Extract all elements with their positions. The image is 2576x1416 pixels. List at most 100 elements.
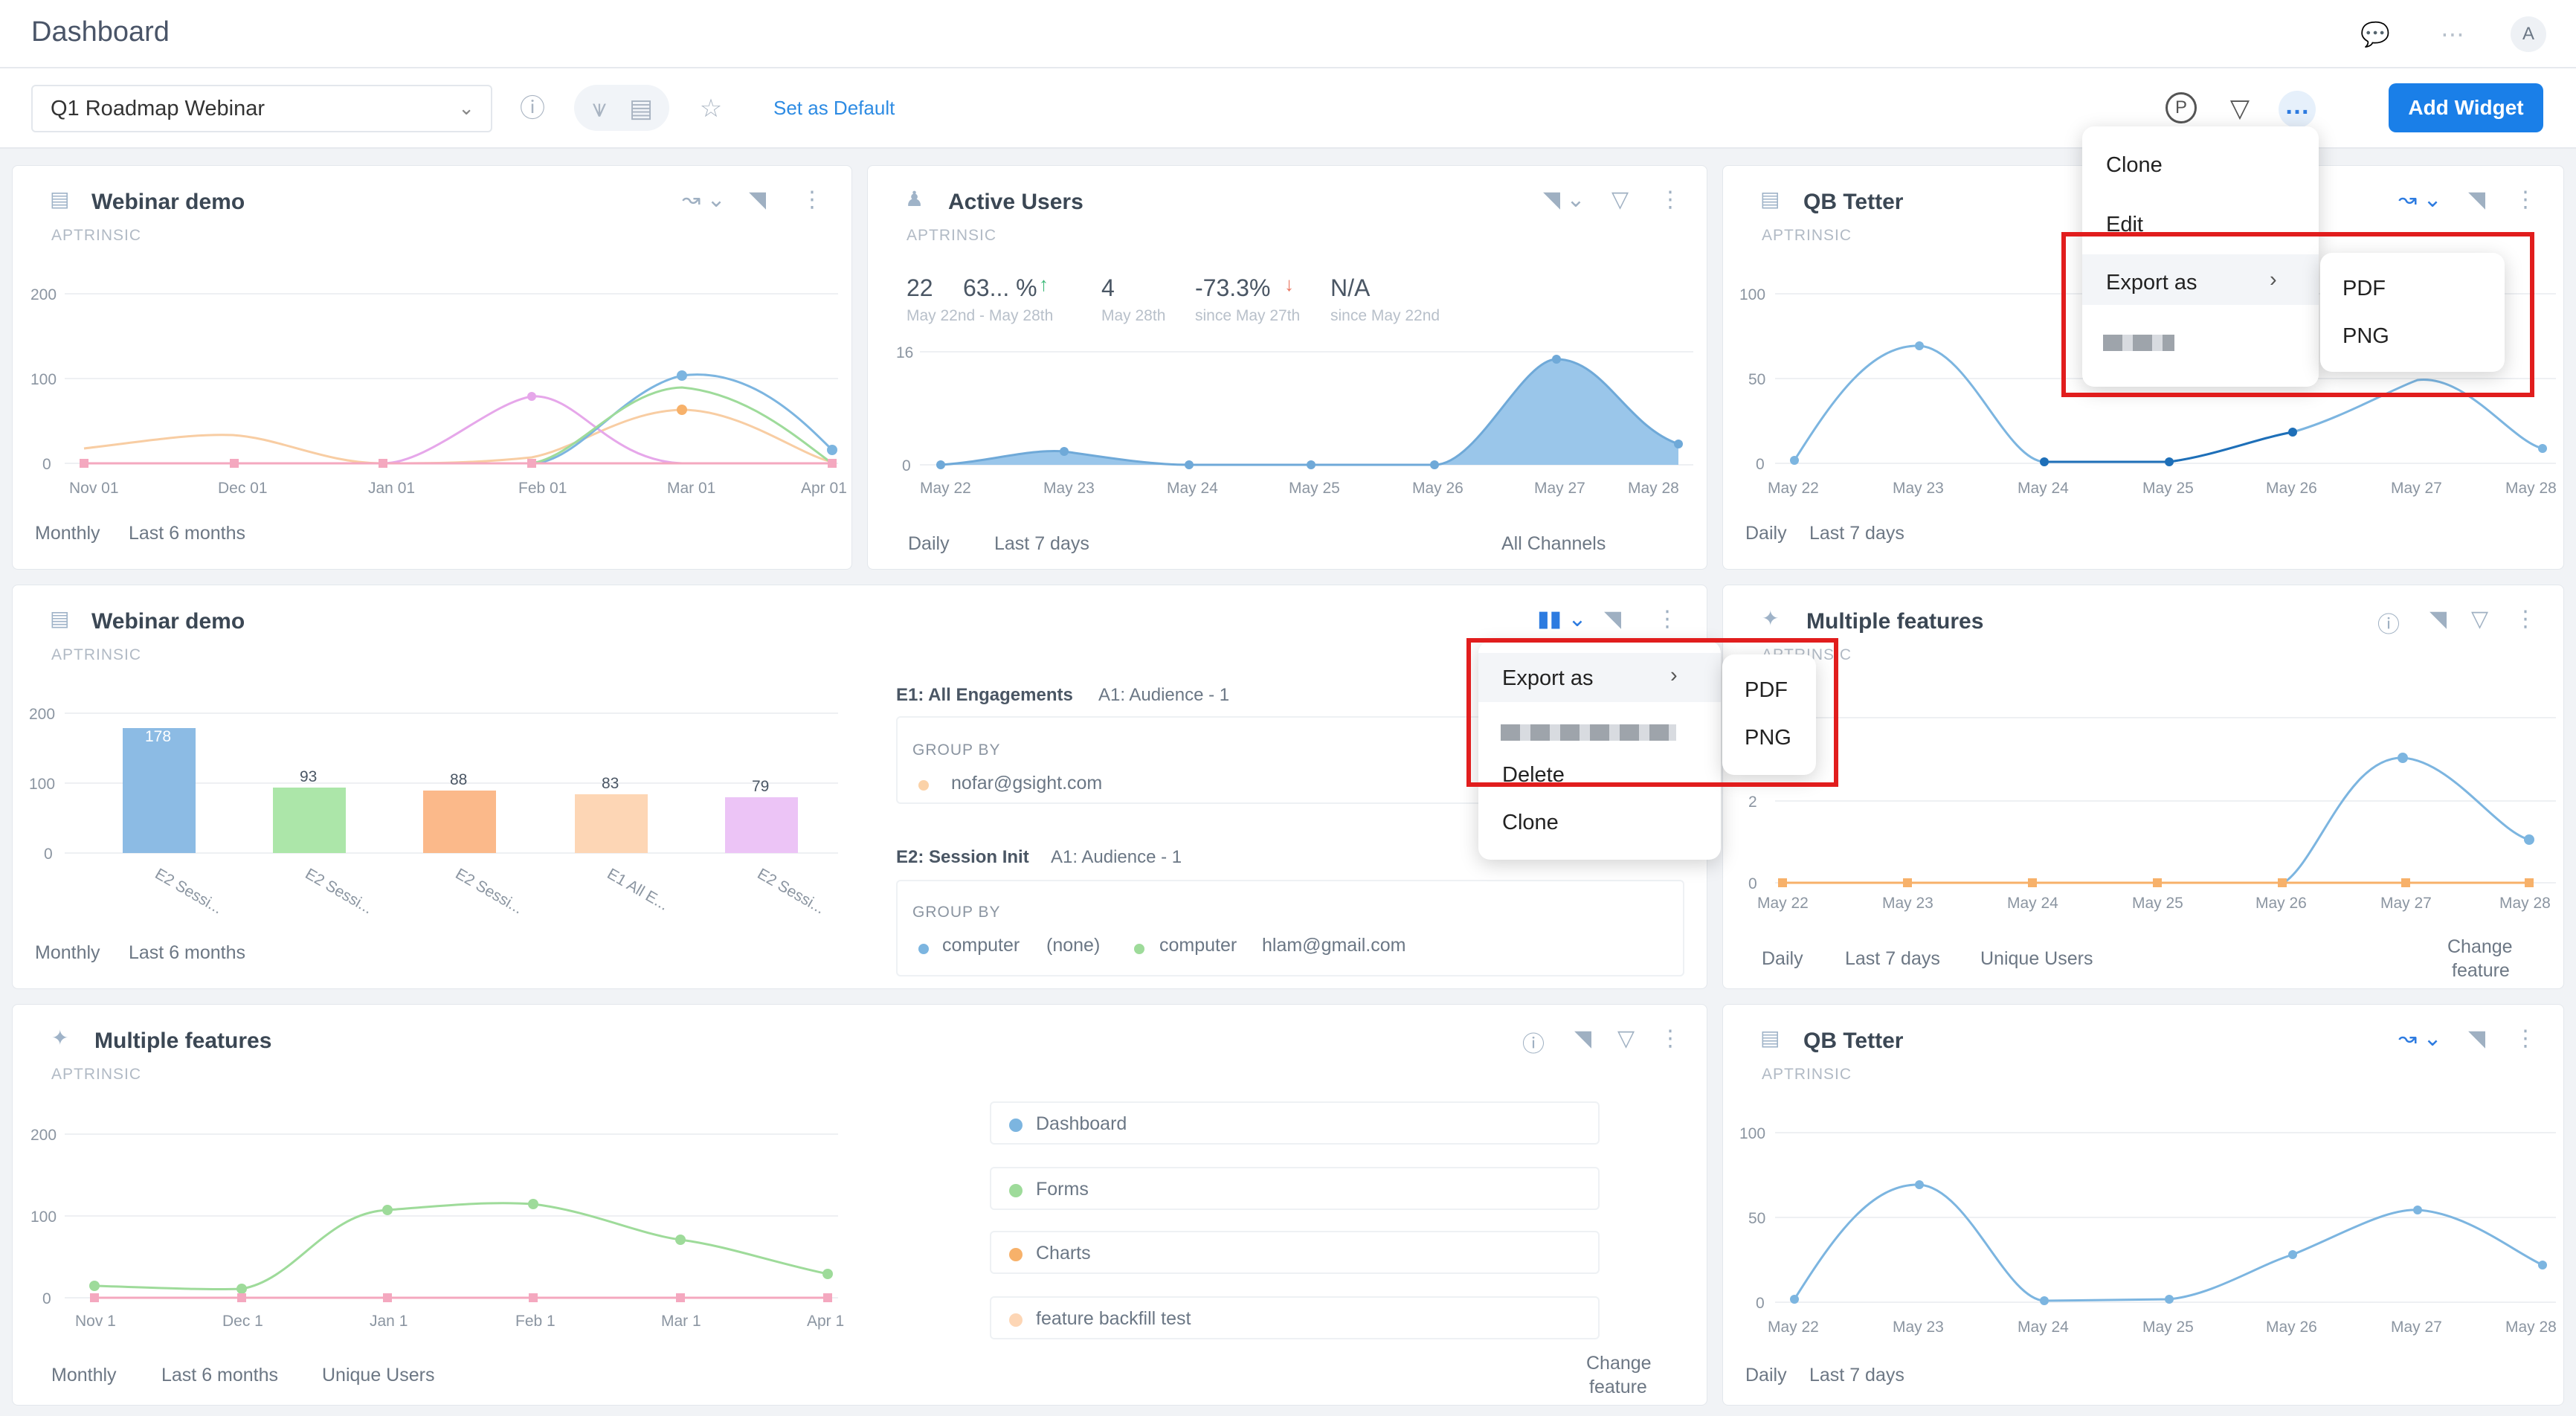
change-feature-link-2[interactable]: feature [1589, 1377, 1647, 1398]
qb-line-chart-2: 100 50 0 May 22 May 23 May 24 May 25 May… [1739, 1125, 2557, 1336]
channels-select[interactable]: All Channels [1501, 533, 1606, 555]
filter-icon[interactable]: ▽ [1617, 1026, 1635, 1052]
range-select[interactable]: Last 7 days [994, 533, 1089, 555]
area-chart-icon[interactable]: ◥ [2468, 1026, 2485, 1052]
filter-icon[interactable]: ▽ [2471, 606, 2488, 632]
widget-title: Multiple features [1806, 609, 1984, 634]
info-icon[interactable]: ⓘ [1522, 1026, 1545, 1058]
range-label[interactable]: Last 7 days [1809, 523, 1904, 544]
x-tick: May 27 [2391, 1319, 2442, 1336]
widget-webinar-demo: ▤ Webinar demo APTRINSIC ↝ ⌄ ◥ ⋮ 200 100… [12, 165, 852, 570]
change-feature-link[interactable]: Change [1586, 1353, 1652, 1374]
dashboard-select[interactable]: Q1 Roadmap Webinar ⌄ [31, 85, 492, 132]
area-chart-icon[interactable]: ◥ [749, 187, 766, 213]
x-tick: Dec 01 [218, 480, 268, 497]
kebab-menu-icon[interactable]: ⋮ [2514, 1026, 2537, 1052]
x-tick: Nov 1 [75, 1313, 116, 1330]
legend-item[interactable]: Forms [990, 1167, 1600, 1210]
range-label[interactable]: Last 6 months [129, 942, 245, 964]
widget-source: APTRINSIC [51, 1066, 142, 1083]
period-select[interactable]: Daily [908, 533, 950, 555]
legend-item[interactable]: Charts [990, 1231, 1600, 1274]
star-icon[interactable]: ☆ [692, 89, 730, 128]
period-label[interactable]: Daily [1745, 523, 1787, 544]
widget-source: APTRINSIC [907, 227, 997, 244]
kebab-menu-icon[interactable]: ⋮ [1659, 187, 1681, 213]
widget-title: Webinar demo [91, 609, 245, 634]
p-badge-icon[interactable]: P [2166, 92, 2197, 123]
share-icon[interactable]: ⩛ [580, 89, 619, 128]
change-feature-link-2[interactable]: feature [2452, 960, 2510, 982]
period-select[interactable]: Monthly [51, 1365, 117, 1386]
filter-icon[interactable]: ▽ [1611, 187, 1629, 213]
kebab-menu-icon[interactable]: ⋮ [1659, 1026, 1681, 1052]
kebab-menu-icon[interactable]: ⋮ [1656, 606, 1678, 632]
widget-title: Active Users [948, 190, 1083, 214]
range-label[interactable]: Last 7 days [1809, 1365, 1904, 1386]
x-tick: May 22 [920, 480, 971, 497]
area-chart-icon[interactable]: ◥ [1574, 1026, 1591, 1052]
legend-item[interactable]: feature backfill test [990, 1296, 1600, 1339]
set-default-link[interactable]: Set as Default [773, 97, 895, 120]
menu-item-clone[interactable]: Clone [1502, 811, 1559, 835]
widget-type-icon: ▤ [1760, 187, 1780, 210]
period-label[interactable]: Monthly [35, 523, 100, 544]
group-value: computer [942, 935, 1020, 956]
avatar[interactable]: A [2511, 16, 2546, 52]
line-chart-icon[interactable]: ↝ ⌄ [2398, 1026, 2442, 1052]
apps-grid-icon[interactable]: ⋯ [2436, 18, 2469, 51]
x-tick: May 25 [2132, 895, 2183, 912]
kebab-menu-icon[interactable]: ⋮ [2514, 606, 2537, 632]
active-users-area-chart: 16 0 May 22 May 23 May 24 May 25 May 26 … [896, 344, 1693, 497]
info-icon[interactable]: ⓘ [513, 89, 552, 128]
period-select[interactable]: Daily [1762, 948, 1803, 970]
line-chart-icon[interactable]: ↝ ⌄ [682, 187, 726, 213]
line-chart-icon[interactable]: ↝ ⌄ [2398, 187, 2442, 213]
legend-item[interactable]: Dashboard [990, 1101, 1600, 1145]
metric-select[interactable]: Unique Users [1980, 948, 2093, 970]
legend-dot [1134, 944, 1144, 954]
area-chart-icon[interactable]: ◥ [1604, 606, 1621, 632]
stat-value: N/A [1330, 274, 1371, 301]
range-label[interactable]: Last 6 months [129, 523, 245, 544]
area-chart-icon[interactable]: ◥ ⌄ [1543, 187, 1585, 213]
group-by-label: GROUP BY [912, 741, 1001, 759]
info-icon[interactable]: ⓘ [2377, 606, 2400, 639]
y-tick: 0 [44, 846, 53, 863]
highlight-box [1466, 638, 1838, 787]
report-icon[interactable]: ▤ [622, 89, 660, 128]
widget-source: APTRINSIC [1762, 227, 1852, 244]
x-tick: Dec 1 [222, 1313, 263, 1330]
widget-title: Multiple features [94, 1029, 272, 1053]
bar-label: 178 [145, 728, 171, 745]
feature-icon: ✦ [51, 1026, 69, 1049]
x-tick: May 23 [1893, 1319, 1944, 1336]
stat-caption: May 28th [1101, 307, 1166, 324]
arrow-down-icon: ↓ [1284, 273, 1294, 295]
metric-select[interactable]: Unique Users [322, 1365, 434, 1386]
feature-icon: ✦ [1762, 607, 1780, 630]
range-select[interactable]: Last 7 days [1845, 948, 1940, 970]
menu-item-clone[interactable]: Clone [2106, 153, 2163, 178]
stat-caption: since May 22nd [1330, 307, 1440, 324]
x-tick: May 23 [1893, 480, 1944, 497]
range-select[interactable]: Last 6 months [161, 1365, 278, 1386]
filter-icon[interactable]: ▽ [2221, 89, 2259, 128]
period-label[interactable]: Monthly [35, 942, 100, 964]
add-widget-button[interactable]: Add Widget [2389, 83, 2543, 132]
y-tick: 200 [30, 286, 57, 303]
more-options-button[interactable]: … [2279, 91, 2316, 128]
kebab-menu-icon[interactable]: ⋮ [2514, 187, 2537, 213]
x-tick: May 24 [1167, 480, 1218, 497]
bar-chart-icon[interactable]: ▮▮ ⌄ [1537, 606, 1587, 632]
area-chart-icon[interactable]: ◥ [2468, 187, 2485, 213]
change-feature-link[interactable]: Change [2447, 936, 2513, 958]
kebab-menu-icon[interactable]: ⋮ [801, 187, 823, 213]
widget-type-icon: ▤ [50, 607, 70, 630]
period-label[interactable]: Daily [1745, 1365, 1787, 1386]
x-tick: May 27 [2380, 895, 2432, 912]
area-chart-icon[interactable]: ◥ [2430, 606, 2447, 632]
chat-icon[interactable]: 💬 [2359, 18, 2392, 51]
x-tick: May 26 [2255, 895, 2307, 912]
widget-title: QB Tetter [1803, 1029, 1904, 1053]
